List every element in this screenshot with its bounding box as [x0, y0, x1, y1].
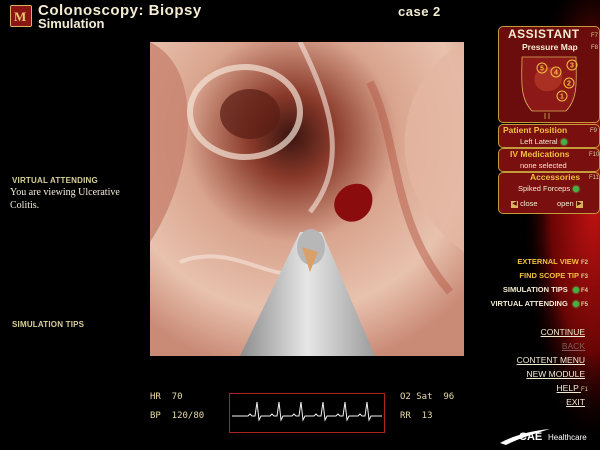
- menu-find-scope-tip-label: FIND SCOPE TIP: [519, 271, 579, 280]
- arrow-right-icon: ▶: [575, 200, 583, 208]
- find-scope-tip-hotkey: F3: [580, 274, 588, 280]
- ecg-trace: [232, 401, 382, 422]
- pressure-point-5[interactable]: 5: [540, 66, 544, 73]
- status-dot-icon: [572, 301, 579, 308]
- help-label: HELP: [556, 383, 579, 393]
- status-dot-icon: [560, 139, 567, 146]
- accessories-label: Spiked Forceps: [518, 184, 571, 193]
- close-label: close: [520, 199, 538, 208]
- oxygen-saturation: O2 Sat 96: [400, 392, 455, 402]
- app-logo: M: [10, 5, 32, 27]
- menu-external-view-label: EXTERNAL VIEW: [517, 257, 579, 266]
- pressure-map[interactable]: 5 4 3 2 1: [514, 53, 584, 119]
- patient-position-hotkey: F9: [590, 128, 598, 134]
- content-menu-link[interactable]: CONTENT MENU: [517, 355, 585, 365]
- virtual-attending-message: You are viewing Ulcerative Colitis.: [10, 187, 120, 211]
- pressure-point-2[interactable]: 2: [567, 81, 571, 88]
- respiratory-rate: RR 13: [400, 411, 433, 421]
- menu-simulation-tips[interactable]: SIMULATION TIPS F4: [503, 285, 588, 294]
- assistant-title[interactable]: ASSISTANT: [508, 27, 580, 41]
- menu-virtual-attending-label: VIRTUAL ATTENDING: [490, 299, 568, 308]
- ecg-monitor: [229, 393, 385, 433]
- app-subtitle: Simulation: [38, 16, 105, 31]
- help-hotkey: F1: [580, 387, 588, 393]
- iv-medications-hotkey: F10: [589, 152, 600, 158]
- open-label: open: [557, 199, 574, 208]
- pressure-point-3[interactable]: 3: [570, 63, 574, 70]
- exit-link[interactable]: EXIT: [566, 397, 585, 407]
- blood-pressure: BP 120/80: [150, 411, 205, 421]
- case-label: case 2: [398, 4, 441, 19]
- accessories-hotkey: F11: [589, 175, 599, 181]
- assistant-hotkey: F7: [591, 33, 599, 39]
- abdomen-diagram: 5 4 3 2 1: [521, 56, 578, 119]
- virtual-attending-heading: VIRTUAL ATTENDING: [12, 176, 98, 185]
- back-link[interactable]: BACK: [562, 341, 585, 351]
- patient-position-value: Left Lateral: [520, 137, 567, 146]
- colon-interior-image: [150, 42, 464, 356]
- menu-simulation-tips-label: SIMULATION TIPS: [502, 285, 568, 294]
- help-link[interactable]: HELP F1: [557, 383, 588, 393]
- cae-logo-subtext: Healthcare: [548, 433, 587, 442]
- arrow-left-icon: ◀: [511, 200, 518, 208]
- simulation-tips-hotkey: F4: [580, 288, 588, 294]
- patient-position-label: Left Lateral: [520, 137, 558, 146]
- svg-text:M: M: [14, 9, 26, 24]
- accessories-title: Accessories: [530, 172, 581, 182]
- pressure-point-1[interactable]: 1: [560, 94, 564, 101]
- close-forceps-button[interactable]: ◀ close: [511, 199, 538, 208]
- menu-find-scope-tip[interactable]: FIND SCOPE TIP F3: [519, 271, 588, 280]
- iv-medications-value: none selected: [520, 161, 567, 170]
- menu-external-view[interactable]: EXTERNAL VIEW F2: [517, 257, 588, 266]
- endoscope-view[interactable]: [150, 42, 464, 356]
- status-dot-icon: [573, 186, 580, 193]
- iv-medications-title: IV Medications: [510, 149, 570, 159]
- pressure-map-title[interactable]: Pressure Map: [522, 42, 578, 52]
- new-module-link[interactable]: NEW MODULE: [526, 369, 585, 379]
- menu-virtual-attending[interactable]: VIRTUAL ATTENDING F5: [490, 299, 588, 308]
- pressure-map-hotkey: F8: [591, 45, 599, 51]
- simulation-tips-heading: SIMULATION TIPS: [12, 320, 85, 329]
- accessories-value: Spiked Forceps: [518, 184, 580, 193]
- cae-logo-text: CAE: [519, 431, 543, 443]
- open-forceps-button[interactable]: open ▶: [557, 199, 583, 208]
- status-dot-icon: [572, 287, 579, 294]
- virtual-attending-hotkey: F5: [580, 302, 588, 308]
- continue-link[interactable]: CONTINUE: [541, 327, 585, 337]
- heart-rate: HR 70: [150, 392, 183, 402]
- pressure-point-4[interactable]: 4: [554, 70, 558, 77]
- external-view-hotkey: F2: [580, 260, 588, 266]
- patient-position-title: Patient Position: [503, 125, 568, 135]
